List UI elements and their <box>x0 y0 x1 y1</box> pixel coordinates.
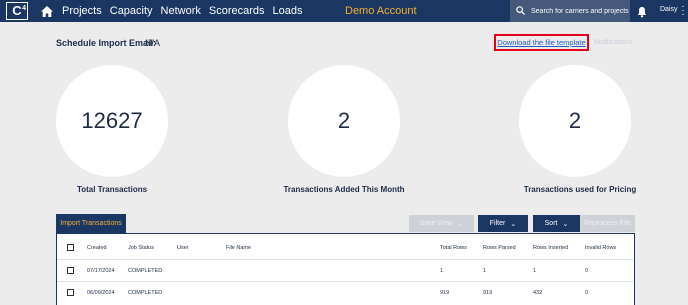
account-name: Demo Account <box>345 5 417 17</box>
logo-superscript: 4 <box>22 5 26 12</box>
col-user[interactable]: User <box>177 245 189 251</box>
nav-capacity[interactable]: Capacity <box>110 5 153 17</box>
chevron-down-icon: ⌄ <box>457 220 464 228</box>
import-transactions-table: Created Job Status User File Name Total … <box>56 233 635 305</box>
logo-text: C <box>12 3 22 18</box>
col-created[interactable]: Created <box>87 245 107 251</box>
used-for-pricing-circle: 2 <box>519 65 631 177</box>
kebab-menu-icon[interactable]: · · · <box>680 2 686 20</box>
download-template-highlight: Download the file template <box>494 34 589 51</box>
cell-created: 07/17/2024 <box>87 268 115 274</box>
reprocess-file-button[interactable]: Reprocess File <box>580 215 635 232</box>
col-rows-inserted[interactable]: Rows Inserted <box>533 245 568 251</box>
chevron-down-icon: ⌄ <box>562 220 569 228</box>
added-this-month-value: 2 <box>337 108 351 133</box>
top-nav-bar: C4 Projects Capacity Network Scorecards … <box>0 0 688 22</box>
used-for-pricing-label: Transactions used for Pricing <box>523 185 637 194</box>
sort-label: Sort <box>544 220 558 227</box>
table-row[interactable]: 07/17/2024 COMPLETED 1 1 1 0 <box>57 260 634 282</box>
home-icon[interactable] <box>36 0 58 22</box>
row-checkbox[interactable] <box>67 267 74 274</box>
table-header-row: Created Job Status User File Name Total … <box>57 237 634 259</box>
cell-total-rows: 919 <box>440 290 450 296</box>
col-total-rows[interactable]: Total Rows <box>440 245 467 251</box>
filter-label: Filter <box>489 220 506 227</box>
row-checkbox[interactable] <box>67 289 74 296</box>
save-view-label: Save View <box>419 220 453 227</box>
download-template-link[interactable]: Download the file template <box>497 38 585 47</box>
bell-icon[interactable] <box>636 5 648 18</box>
schedule-import-value: N/A <box>145 38 161 48</box>
search-box[interactable] <box>510 0 630 22</box>
cell-invalid-rows: 0 <box>585 268 589 274</box>
schedule-import-label: Schedule Import Email: <box>56 38 157 48</box>
table-row[interactable]: 06/09/2024 COMPLETED 919 919 432 0 <box>57 282 634 304</box>
chevron-down-icon: ⌄ <box>510 220 517 228</box>
nav-network[interactable]: Network <box>161 5 201 17</box>
save-view-button[interactable]: Save View ⌄ <box>409 215 474 232</box>
added-this-month-label: Transactions Added This Month <box>283 185 405 194</box>
filter-button[interactable]: Filter ⌄ <box>478 215 528 232</box>
user-name[interactable]: Daisy <box>660 6 678 13</box>
sort-button[interactable]: Sort ⌄ <box>533 215 580 232</box>
notifications-link[interactable]: Notifications <box>594 39 632 46</box>
cell-total-rows: 1 <box>440 268 444 274</box>
cell-created: 06/09/2024 <box>87 290 115 296</box>
cell-rows-parsed: 1 <box>483 268 487 274</box>
added-this-month-circle: 2 <box>288 65 400 177</box>
app-logo[interactable]: C4 <box>2 0 32 22</box>
total-transactions-circle: 12627 <box>56 65 168 177</box>
logo-mark: C4 <box>6 2 28 20</box>
cell-job-status: COMPLETED <box>128 290 163 296</box>
cell-rows-inserted: 1 <box>533 268 537 274</box>
col-invalid-rows[interactable]: Invalid Rows <box>585 245 616 251</box>
col-file-name[interactable]: File Name <box>226 245 251 251</box>
tab-import-transactions[interactable]: Import Transactions <box>56 214 126 233</box>
search-icon <box>516 2 525 20</box>
total-transactions-value: 12627 <box>81 108 143 133</box>
nav-scorecards[interactable]: Scorecards <box>209 5 265 17</box>
cell-rows-parsed: 919 <box>483 290 493 296</box>
total-transactions-label: Total Transactions <box>76 185 148 194</box>
used-for-pricing-value: 2 <box>568 108 582 133</box>
cell-rows-inserted: 432 <box>533 290 543 296</box>
nav-loads[interactable]: Loads <box>273 5 303 17</box>
col-job-status[interactable]: Job Status <box>128 245 154 251</box>
cell-invalid-rows: 0 <box>585 290 589 296</box>
nav-projects[interactable]: Projects <box>62 5 102 17</box>
select-all-checkbox[interactable] <box>67 244 74 251</box>
search-input[interactable] <box>531 7 629 15</box>
col-rows-parsed[interactable]: Rows Parsed <box>483 245 516 251</box>
cell-job-status: COMPLETED <box>128 268 163 274</box>
